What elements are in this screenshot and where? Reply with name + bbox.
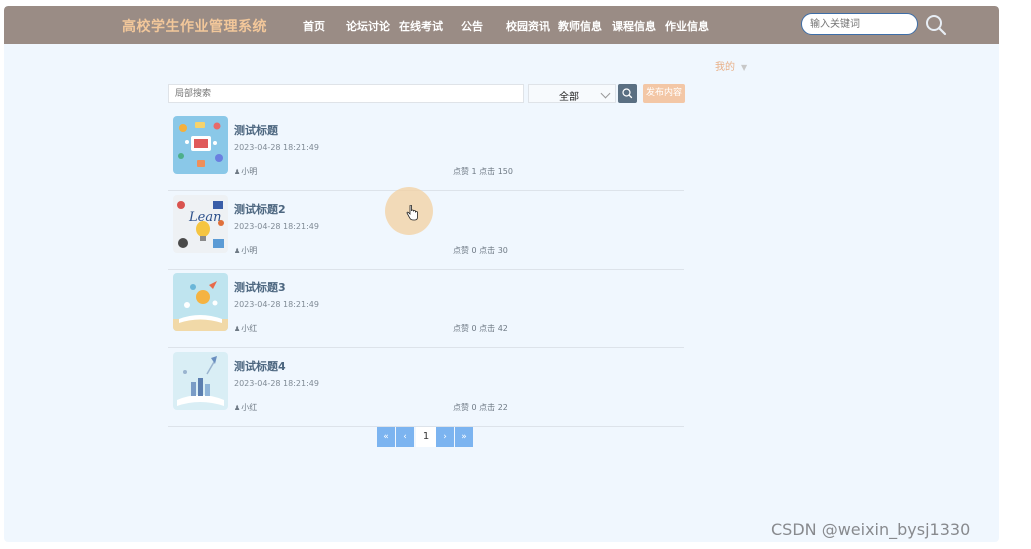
post-author-name: 小明 — [241, 167, 258, 176]
post-stats: 点赞 0 点击 42 — [453, 324, 508, 333]
page-next-button[interactable]: › — [436, 427, 454, 447]
page-current[interactable]: 1 — [416, 427, 436, 447]
user-menu-label: 我的 — [715, 62, 735, 73]
search-button[interactable] — [618, 84, 637, 103]
watermark: CSDN @weixin_bysj1330 — [771, 520, 971, 539]
nav-item-home[interactable]: 首页 — [303, 18, 325, 34]
post-stats: 点赞 0 点击 30 — [453, 246, 508, 255]
nav-item-forum[interactable]: 论坛讨论 — [346, 18, 390, 34]
nav-item-exam[interactable]: 在线考试 — [399, 18, 443, 34]
app-frame: 高校学生作业管理系统 首页 论坛讨论 在线考试 公告 校园资讯 教师信息 课程信… — [4, 6, 999, 542]
chevron-down-icon — [600, 88, 611, 99]
user-menu[interactable]: 我的 ▼ — [715, 58, 747, 73]
post-title[interactable]: 测试标题 — [234, 122, 278, 138]
nav-item-teachers[interactable]: 教师信息 — [558, 18, 602, 34]
post-stats: 点赞 0 点击 22 — [453, 403, 508, 412]
post-title[interactable]: 测试标题3 — [234, 279, 286, 295]
app-title: 高校学生作业管理系统 — [122, 19, 267, 35]
post-date: 2023-04-28 18:21:49 — [234, 379, 319, 388]
page-prev-button[interactable]: ‹ — [396, 427, 414, 447]
post-date: 2023-04-28 18:21:49 — [234, 300, 319, 309]
user-icon: ♟ — [234, 247, 241, 255]
post-item[interactable]: 测试标题3 2023-04-28 18:21:49 ♟小红 点赞 0 点击 42 — [168, 269, 684, 348]
post-thumbnail: Lean — [173, 195, 228, 253]
post-author: ♟小明 — [234, 166, 257, 177]
chevron-down-icon: ▼ — [741, 63, 748, 72]
post-thumbnail — [173, 116, 228, 174]
post-title[interactable]: 测试标题4 — [234, 358, 286, 374]
post-thumbnail — [173, 273, 228, 331]
nav-item-homework[interactable]: 作业信息 — [665, 18, 709, 34]
hand-pointer-icon — [406, 205, 418, 221]
page-first-button[interactable]: « — [377, 427, 395, 447]
local-search-input[interactable] — [168, 84, 524, 103]
post-author: ♟小红 — [234, 323, 257, 334]
top-search-input[interactable] — [801, 13, 918, 35]
search-icon[interactable] — [924, 13, 948, 37]
user-icon: ♟ — [234, 404, 241, 412]
post-item[interactable]: 测试标题4 2023-04-28 18:21:49 ♟小红 点赞 0 点击 22 — [168, 348, 684, 427]
post-author: ♟小明 — [234, 245, 257, 256]
category-select[interactable]: 全部 — [528, 84, 616, 103]
page-last-button[interactable]: » — [455, 427, 473, 447]
publish-button[interactable]: 发布内容 — [643, 84, 685, 103]
post-thumbnail — [173, 352, 228, 410]
search-icon — [622, 88, 633, 99]
post-date: 2023-04-28 18:21:49 — [234, 222, 319, 231]
category-select-value: 全部 — [559, 92, 579, 103]
post-item[interactable]: 测试标题 2023-04-28 18:21:49 ♟小明 点赞 1 点击 150 — [168, 112, 684, 191]
post-author: ♟小红 — [234, 402, 257, 413]
top-navbar: 高校学生作业管理系统 首页 论坛讨论 在线考试 公告 校园资讯 教师信息 课程信… — [4, 6, 999, 44]
user-icon: ♟ — [234, 168, 241, 176]
nav-item-notice[interactable]: 公告 — [461, 18, 483, 34]
post-title[interactable]: 测试标题2 — [234, 201, 286, 217]
post-author-name: 小明 — [241, 246, 258, 255]
nav-item-news[interactable]: 校园资讯 — [506, 18, 550, 34]
user-icon: ♟ — [234, 325, 241, 333]
post-stats: 点赞 1 点击 150 — [453, 167, 513, 176]
post-author-name: 小红 — [241, 403, 258, 412]
post-author-name: 小红 — [241, 324, 258, 333]
nav-item-courses[interactable]: 课程信息 — [612, 18, 656, 34]
post-date: 2023-04-28 18:21:49 — [234, 143, 319, 152]
